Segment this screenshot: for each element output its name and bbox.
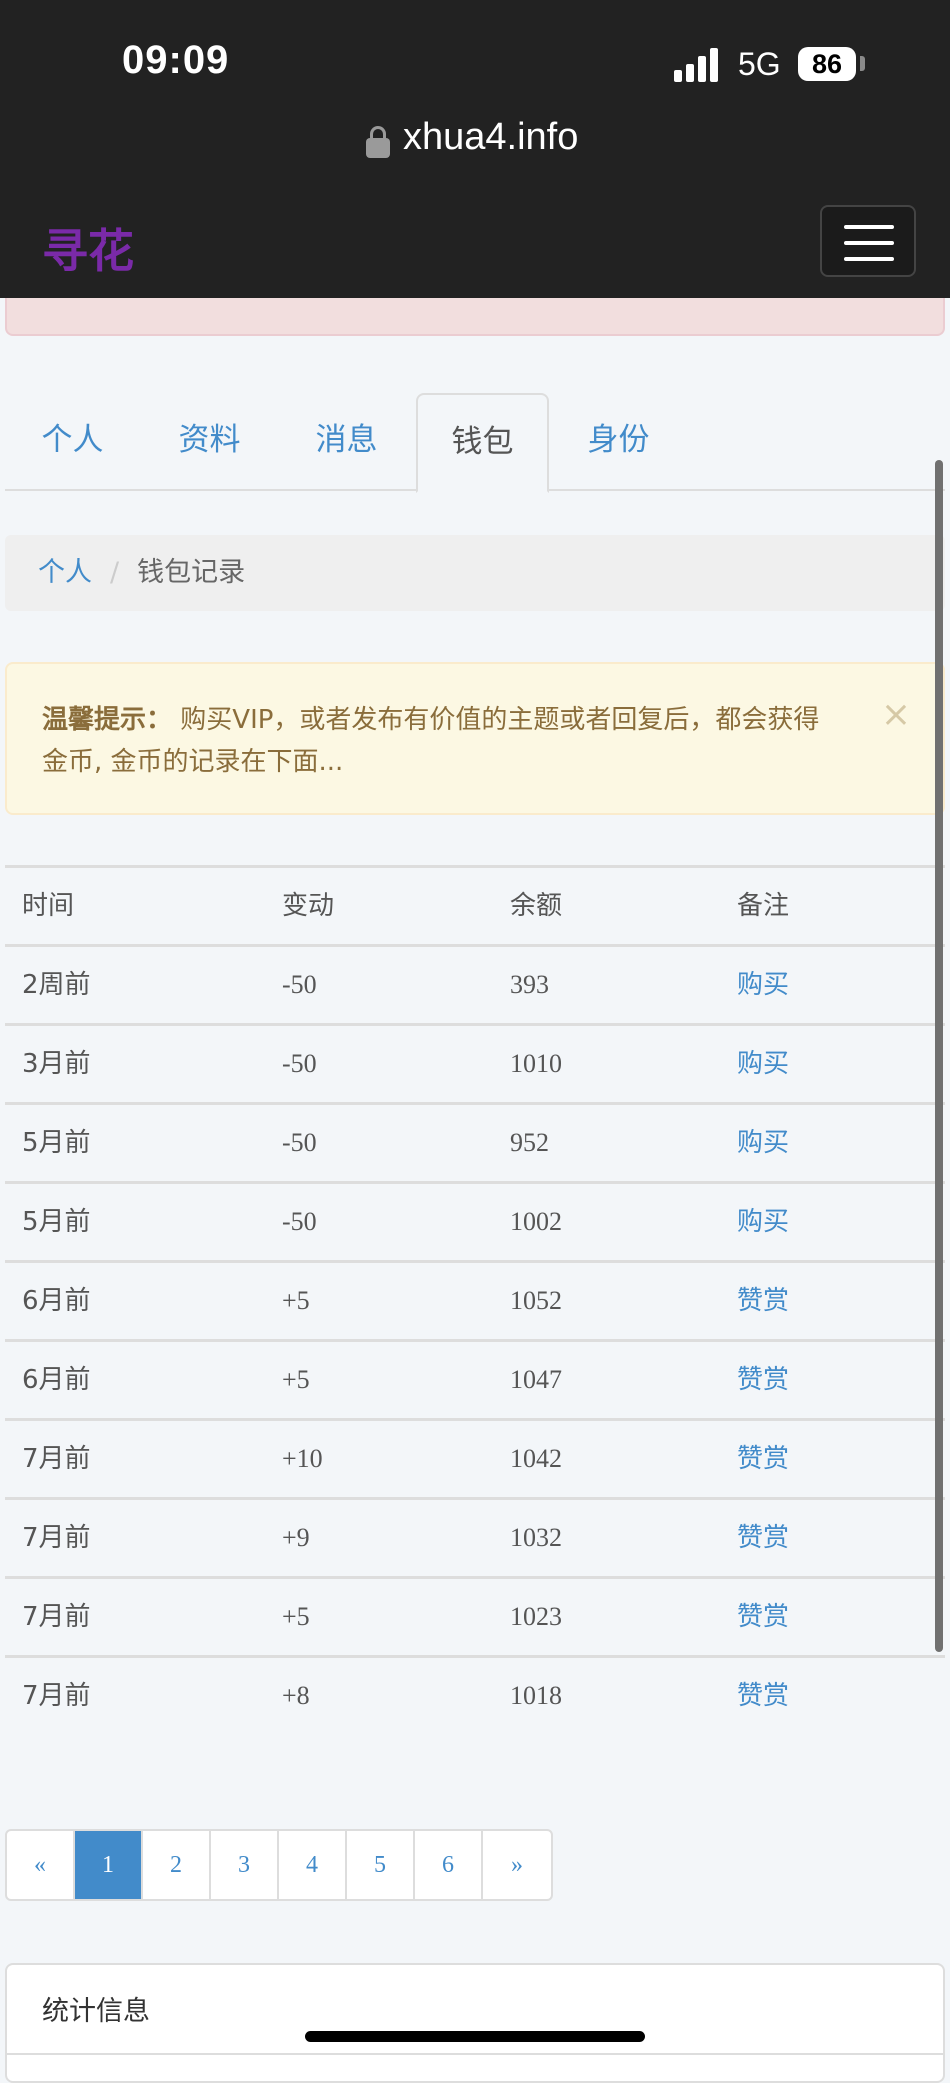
status-time: 09:09: [122, 38, 230, 82]
table-row: 6月前 +5 1052 赞赏: [5, 1260, 945, 1339]
panel-divider: [7, 2053, 943, 2055]
battery-tip: [860, 56, 865, 71]
cell-note-link[interactable]: 赞赏: [737, 1579, 789, 1655]
tab-identity[interactable]: 身份: [551, 393, 686, 491]
status-bar: 09:09 5G 86 xhua4.info: [0, 0, 950, 205]
tab-wallet[interactable]: 钱包: [416, 393, 549, 493]
header-balance: 余额: [510, 891, 563, 921]
hamburger-icon: [844, 225, 894, 229]
close-icon[interactable]: ×: [881, 694, 911, 736]
cell-time: 7月前: [22, 1523, 91, 1553]
table-row: 7月前 +10 1042 赞赏: [5, 1418, 945, 1497]
header-time: 时间: [22, 891, 75, 921]
tab-messages[interactable]: 消息: [279, 393, 414, 491]
cell-change: +5: [282, 1602, 310, 1631]
cell-time: 3月前: [22, 1049, 91, 1079]
cell-balance: 1018: [510, 1681, 562, 1710]
cell-note-link[interactable]: 赞赏: [737, 1263, 789, 1339]
breadcrumb-current: 钱包记录: [137, 557, 246, 588]
url-bar[interactable]: xhua4.info: [403, 116, 578, 159]
breadcrumb: 个人 / 钱包记录: [5, 535, 945, 611]
pagination: « 1 2 3 4 5 6 »: [5, 1829, 553, 1901]
cell-change: -50: [282, 1207, 317, 1236]
table-row: 6月前 +5 1047 赞赏: [5, 1339, 945, 1418]
cell-balance: 1023: [510, 1602, 562, 1631]
cell-note-link[interactable]: 赞赏: [737, 1421, 789, 1497]
pagination-page-5[interactable]: 5: [347, 1831, 415, 1899]
cell-change: -50: [282, 1049, 317, 1078]
wallet-table: 时间 变动 余额 备注 2周前 -50 393 购买 3月前 -50 1010 购买 5月前 -5…: [5, 865, 945, 1734]
table-header: 时间 变动 余额 备注: [5, 865, 945, 944]
cell-change: +5: [282, 1286, 310, 1315]
alert-title: 温馨提示：: [42, 705, 173, 735]
table-row: 3月前 -50 1010 购买: [5, 1023, 945, 1102]
cell-note-link[interactable]: 购买: [737, 1105, 789, 1181]
header-note: 备注: [737, 891, 790, 921]
network-type: 5G: [738, 46, 781, 82]
stats-panel: 统计信息: [5, 1963, 945, 2083]
cell-change: +5: [282, 1365, 310, 1394]
pagination-page-3[interactable]: 3: [211, 1831, 279, 1899]
pagination-prev[interactable]: «: [7, 1831, 75, 1899]
pagination-page-4[interactable]: 4: [279, 1831, 347, 1899]
cell-time: 6月前: [22, 1286, 91, 1316]
pagination-next[interactable]: »: [483, 1831, 551, 1899]
panel-title: 统计信息: [42, 1996, 150, 2027]
cell-note-link[interactable]: 购买: [737, 947, 789, 1023]
pagination-page-6[interactable]: 6: [415, 1831, 483, 1899]
error-alert: [5, 298, 945, 336]
cell-note-link[interactable]: 购买: [737, 1184, 789, 1260]
cell-time: 5月前: [22, 1128, 91, 1158]
cell-balance: 1032: [510, 1523, 562, 1552]
table-row: 5月前 -50 1002 购买: [5, 1181, 945, 1260]
table-row: 7月前 +5 1023 赞赏: [5, 1576, 945, 1655]
cell-note-link[interactable]: 赞赏: [737, 1658, 789, 1734]
cell-time: 7月前: [22, 1444, 91, 1474]
lock-icon: [366, 126, 390, 158]
cell-time: 2周前: [22, 970, 91, 1000]
account-tabs: 个人 资料 消息 钱包 身份: [5, 393, 945, 493]
signal-icon: [674, 48, 724, 82]
table-row: 5月前 -50 952 购买: [5, 1102, 945, 1181]
cell-change: -50: [282, 970, 317, 999]
cell-change: +9: [282, 1523, 310, 1552]
cell-balance: 1052: [510, 1286, 562, 1315]
scrollbar[interactable]: [935, 460, 943, 1652]
breadcrumb-separator: /: [110, 557, 120, 588]
cell-change: +10: [282, 1444, 323, 1473]
table-row: 7月前 +9 1032 赞赏: [5, 1497, 945, 1576]
cell-note-link[interactable]: 赞赏: [737, 1500, 789, 1576]
cell-note-link[interactable]: 购买: [737, 1026, 789, 1102]
table-row: 2周前 -50 393 购买: [5, 944, 945, 1023]
breadcrumb-home-link[interactable]: 个人: [38, 557, 92, 588]
cell-time: 6月前: [22, 1365, 91, 1395]
table-row: 7月前 +8 1018 赞赏: [5, 1655, 945, 1734]
navbar: 寻花: [0, 205, 950, 298]
cell-balance: 1042: [510, 1444, 562, 1473]
tab-personal[interactable]: 个人: [5, 393, 140, 491]
cell-balance: 393: [510, 970, 549, 999]
header-change: 变动: [282, 891, 335, 921]
cell-balance: 1010: [510, 1049, 562, 1078]
info-alert: 温馨提示： 购买VIP，或者发布有价值的主题或者回复后，都会获得金币, 金币的记…: [5, 662, 945, 815]
tab-profile[interactable]: 资料: [142, 393, 277, 491]
cell-change: -50: [282, 1128, 317, 1157]
pagination-page-1[interactable]: 1: [75, 1831, 143, 1899]
cell-note-link[interactable]: 赞赏: [737, 1342, 789, 1418]
cell-balance: 1002: [510, 1207, 562, 1236]
brand-logo[interactable]: 寻花: [42, 215, 134, 281]
cell-time: 7月前: [22, 1602, 91, 1632]
pagination-page-2[interactable]: 2: [143, 1831, 211, 1899]
menu-toggle-button[interactable]: [820, 205, 916, 277]
battery-icon: 86: [798, 47, 856, 81]
home-indicator: [305, 2031, 645, 2042]
cell-time: 7月前: [22, 1681, 91, 1711]
cell-change: +8: [282, 1681, 310, 1710]
cell-balance: 1047: [510, 1365, 562, 1394]
cell-balance: 952: [510, 1128, 549, 1157]
cell-time: 5月前: [22, 1207, 91, 1237]
